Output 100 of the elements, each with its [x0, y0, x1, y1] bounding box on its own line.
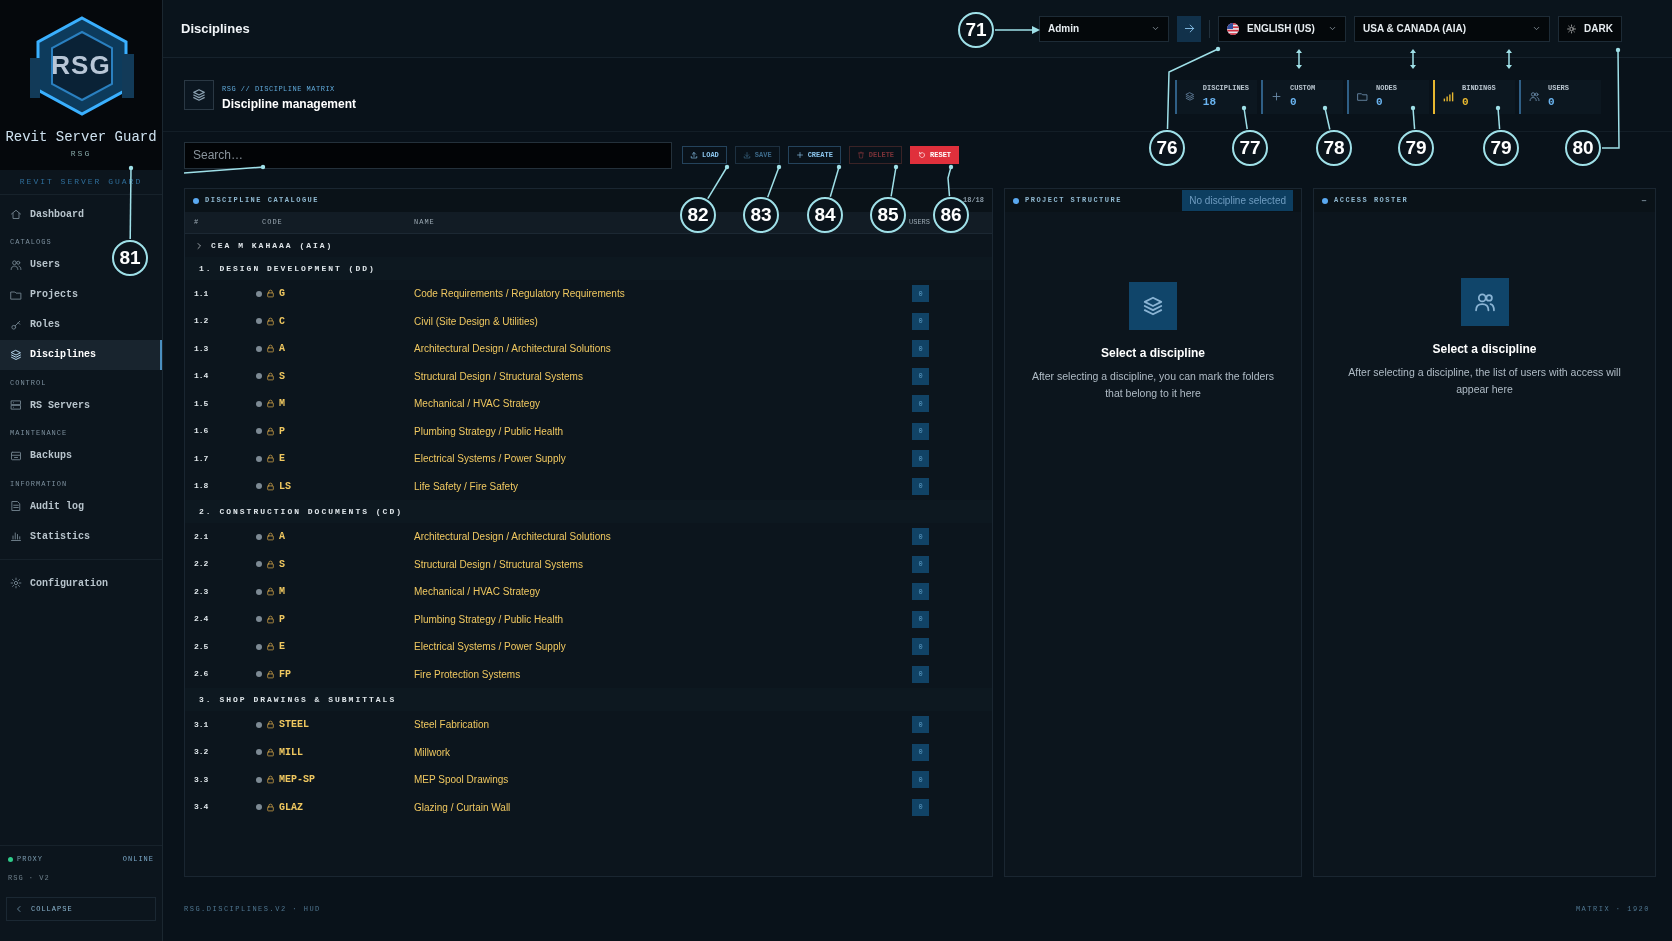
empty-message: After selecting a discipline, you can mark the folders that belong to it here [1030, 369, 1276, 401]
discipline-name[interactable]: Structural Design / Structural Systems [414, 556, 912, 572]
discipline-name[interactable]: Millwork [414, 744, 912, 760]
chevron-right-icon [195, 241, 203, 250]
theme-button[interactable]: DARK [1558, 15, 1622, 42]
archive-icon [10, 449, 22, 462]
users-icon [10, 258, 22, 271]
status-dot [256, 290, 262, 297]
sidebar-item[interactable]: Statistics [0, 521, 100, 551]
discipline-name[interactable]: Plumbing Strategy / Public Health [414, 423, 912, 439]
lock-icon [266, 775, 275, 785]
sidebar-item[interactable]: RS Servers [0, 390, 100, 420]
lock-icon [266, 642, 275, 652]
discipline-code: LS [279, 479, 291, 494]
discipline-name[interactable]: Steel Fabrication [414, 717, 912, 733]
row-number: 3.3 [194, 773, 210, 786]
row-number: 1.3 [194, 342, 210, 355]
layers-icon [1142, 295, 1164, 317]
discipline-code: GLAZ [279, 800, 303, 815]
leader-line [1322, 105, 1331, 131]
status-dot [256, 561, 262, 568]
discipline-name[interactable]: Architectural Design / Architectural Solutions [414, 529, 912, 545]
arrow-connector [1506, 49, 1512, 69]
discipline-name[interactable]: Plumbing Strategy / Public Health [414, 611, 912, 627]
discipline-code: MEP-SP [279, 773, 315, 788]
plus-icon [795, 151, 804, 159]
discipline-code: S [279, 557, 285, 572]
stat-value: 0 [1290, 94, 1298, 110]
callout-number: 79 [1483, 130, 1519, 166]
stat-value: 0 [1462, 94, 1470, 110]
discipline-name[interactable]: Architectural Design / Architectural Solutions [414, 341, 912, 357]
row-number: 1.7 [194, 452, 210, 465]
lock-icon [266, 481, 275, 491]
user-select[interactable]: Admin [1039, 15, 1169, 42]
download-icon [742, 151, 751, 159]
sidebar-item[interactable]: Roles [0, 309, 70, 340]
sidebar-item[interactable]: Users [0, 249, 70, 280]
region-select[interactable]: USA & CANADA (AIA) [1354, 15, 1550, 42]
row-number: 3.1 [194, 718, 210, 731]
discipline-name[interactable]: Electrical Systems / Power Supply [414, 639, 912, 655]
leader-line [890, 164, 899, 198]
minimize-button[interactable]: – [1641, 193, 1647, 208]
discipline-name[interactable]: Glazing / Curtain Wall [414, 799, 912, 815]
discipline-name[interactable]: MEP Spool Drawings [414, 772, 912, 788]
layers-icon [10, 348, 22, 361]
reset-icon [918, 151, 927, 159]
discipline-name[interactable]: Structural Design / Structural Systems [414, 368, 912, 384]
lock-icon [266, 559, 275, 569]
logo-mark: RSG [50, 50, 112, 81]
search-field[interactable]: Search… [184, 141, 672, 169]
stat-value: 18 [1202, 94, 1217, 110]
discipline-name[interactable]: Civil (Site Design & Utilities) [414, 313, 912, 329]
leader-line [1241, 105, 1248, 130]
status-dot [1013, 197, 1019, 204]
row-number: 1.8 [194, 480, 210, 493]
logo-title: Revit Server Guard [5, 128, 157, 147]
discipline-code: A [279, 342, 285, 357]
chevron-left-icon [15, 905, 23, 913]
leader-line [994, 26, 1040, 34]
discipline-name[interactable]: Code Requirements / Regulatory Requirements [414, 286, 912, 302]
status-dot [256, 643, 262, 650]
row-number: 3.4 [194, 801, 210, 814]
lock-icon [266, 669, 275, 679]
discipline-code: P [279, 612, 285, 627]
sidebar-item[interactable]: Backups [0, 440, 82, 471]
sidebar-item[interactable]: Audit log [0, 491, 94, 521]
discipline-name[interactable]: Mechanical / HVAC Strategy [414, 396, 912, 412]
discipline-name[interactable]: Fire Protection Systems [414, 666, 912, 682]
language-select[interactable]: ENGLISH (US) [1218, 15, 1346, 42]
folder-icon [1357, 91, 1368, 102]
row-number: 2.2 [194, 558, 210, 571]
discipline-name[interactable]: Mechanical / HVAC Strategy [414, 584, 912, 600]
discipline-code: E [279, 452, 285, 467]
home-icon [10, 208, 22, 220]
discipline-code: A [279, 530, 285, 545]
discipline-code: E [279, 640, 285, 655]
lock-icon [266, 316, 275, 326]
row-number: 3.2 [194, 746, 210, 759]
leader-line [1495, 105, 1501, 130]
users-icon [1473, 291, 1496, 313]
leader-line [766, 164, 782, 198]
lock-icon [266, 720, 275, 730]
status-dot [256, 616, 262, 623]
caret-icon [1532, 24, 1541, 33]
discipline-name[interactable]: Electrical Systems / Power Supply [414, 451, 912, 467]
sidebar-item[interactable]: Projects [0, 279, 88, 310]
layers-icon [192, 87, 206, 102]
callout-number: 77 [1232, 130, 1268, 166]
discipline-name[interactable]: Life Safety / Fire Safety [414, 478, 912, 494]
sidebar-item[interactable]: Configuration [0, 568, 118, 598]
arrow-right-icon [1183, 23, 1195, 34]
callout-number: 80 [1565, 130, 1601, 166]
tree-group-row[interactable]: CEA M KAHAAA (AIA) [185, 234, 992, 257]
sidebar-item[interactable]: Disciplines [0, 339, 162, 370]
sidebar-item[interactable]: Dashboard [0, 199, 94, 229]
go-button[interactable] [1177, 15, 1201, 42]
log-icon [10, 500, 22, 512]
status-dot [256, 721, 262, 728]
leader-line [1410, 105, 1416, 130]
row-number: 1.1 [194, 287, 210, 300]
